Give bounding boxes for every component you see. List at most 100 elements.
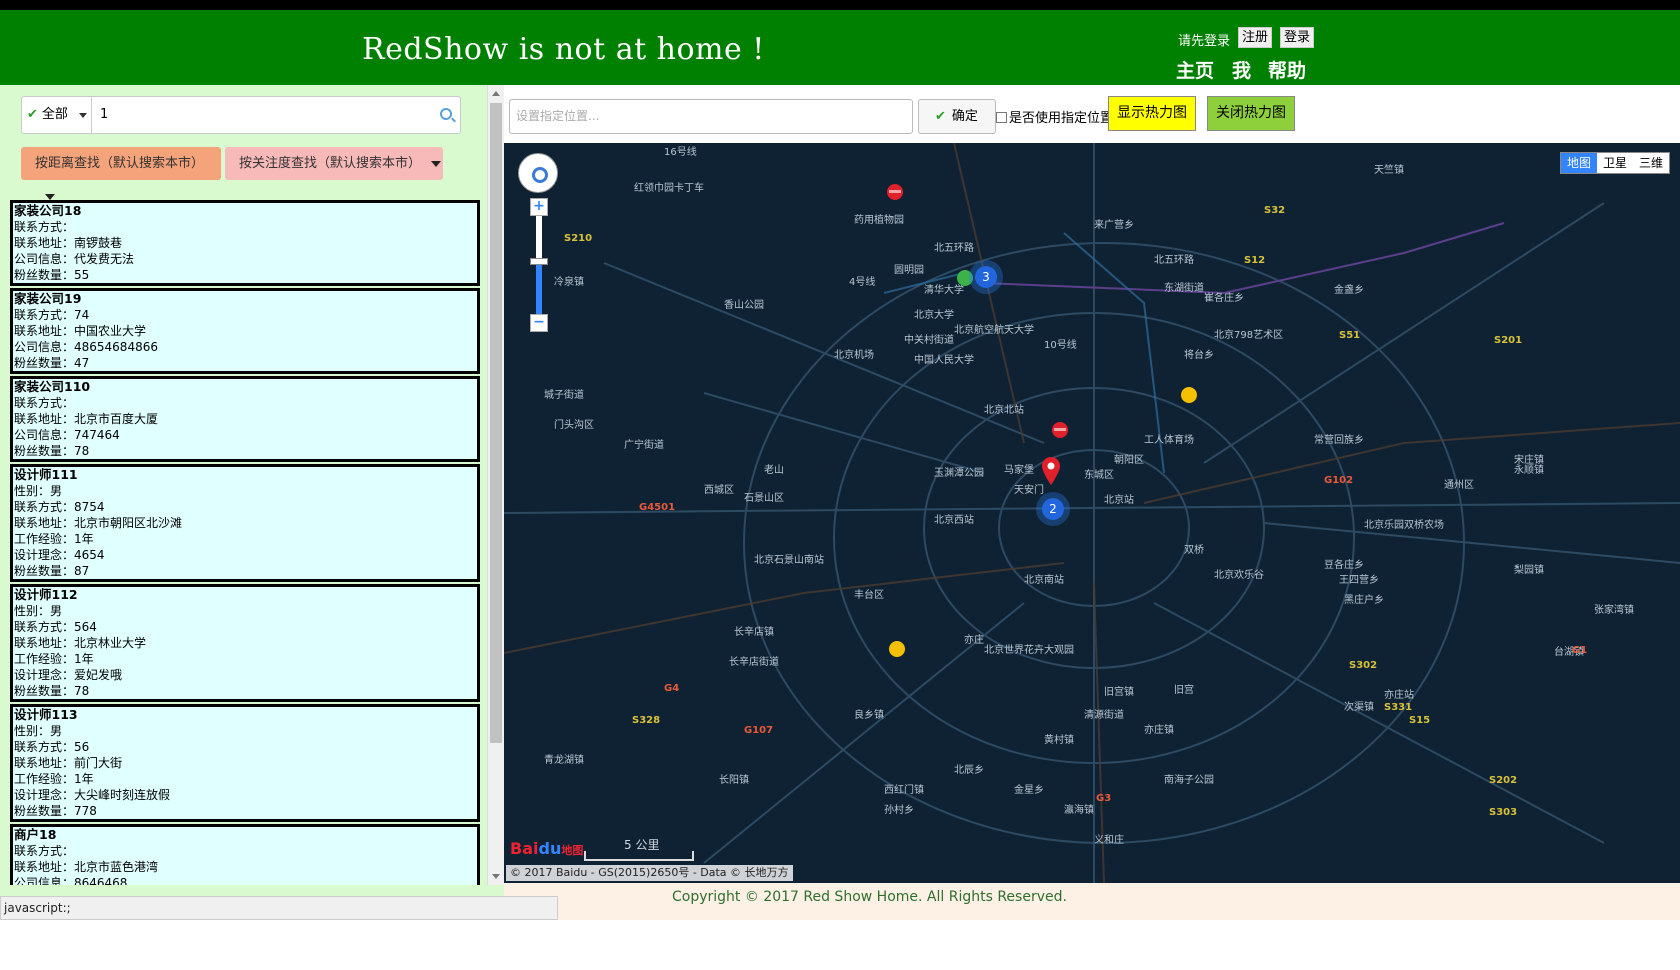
- top-black-bar: [0, 0, 1680, 10]
- map-place-label: G102: [1324, 475, 1353, 486]
- zoom-slider-knob[interactable]: [530, 258, 548, 265]
- map-pan-control[interactable]: [518, 153, 558, 193]
- zoom-in-button[interactable]: +: [530, 198, 548, 216]
- map-place-label: 北京石景山南站: [754, 553, 824, 566]
- result-card-name: 家装公司110: [14, 379, 91, 394]
- map-place-label: S51: [1339, 330, 1360, 341]
- search-box: ✔ 全部 1: [21, 96, 461, 134]
- zoom-level-fill: [536, 263, 542, 314]
- result-card-field: 联系方式：: [14, 844, 75, 858]
- map-place-label: 长辛店镇: [734, 625, 774, 638]
- cluster-marker[interactable]: 3: [969, 260, 1003, 294]
- cluster-marker[interactable]: 2: [1036, 492, 1070, 526]
- close-heatmap-button[interactable]: 关闭热力图: [1207, 96, 1295, 131]
- map-place-label: 北京乐园双桥农场: [1364, 518, 1444, 531]
- sidebar-scrollbar[interactable]: [487, 85, 504, 885]
- map-place-label: 西城区: [704, 484, 734, 496]
- confirm-button[interactable]: ✔ 确定: [918, 99, 996, 134]
- map-place-label: 4号线: [849, 275, 875, 288]
- map-place-label: 来广营乡: [1094, 218, 1134, 231]
- map-place-label: 中关村街道: [904, 333, 954, 346]
- map-type-satellite[interactable]: 卫星: [1597, 153, 1633, 173]
- map-place-label: 玉渊潭公园: [934, 467, 984, 479]
- result-card[interactable]: 设计师113 性别：男 联系方式：56 联系地址：前门大街 工作经验：1年 设计理念：大尖…: [10, 704, 480, 822]
- chevron-down-icon: [79, 113, 87, 118]
- search-scope-select[interactable]: ✔ 全部: [22, 97, 92, 133]
- sort-by-distance-button[interactable]: 按距离查找（默认搜索本市）: [21, 147, 221, 200]
- yellow-marker[interactable]: [888, 640, 906, 658]
- zoom-out-button[interactable]: −: [530, 314, 548, 332]
- result-card-name: 商户18: [14, 827, 57, 842]
- map-place-label: 青龙湖镇: [544, 753, 584, 766]
- red-marker[interactable]: [1051, 421, 1069, 439]
- cluster-count: 2: [1042, 498, 1064, 520]
- result-card-field: 设计理念：爱妃发哦: [14, 668, 123, 682]
- map-place-label: 中国人民大学: [914, 353, 974, 366]
- result-card-field: 联系地址：前门大街: [14, 756, 123, 770]
- yellow-marker[interactable]: [1180, 386, 1198, 404]
- map-place-label: 石景山区: [744, 492, 784, 504]
- result-card-field: 粉丝数量：78: [14, 684, 90, 698]
- map-place-label: S331: [1384, 702, 1412, 713]
- map-place-label: 黑庄户乡: [1344, 593, 1384, 606]
- red-marker[interactable]: [886, 183, 904, 201]
- scroll-up-icon[interactable]: [492, 91, 500, 96]
- map-place-label: S12: [1244, 255, 1265, 266]
- map-place-label: 良乡镇: [854, 708, 884, 721]
- map-type-normal[interactable]: 地图: [1560, 153, 1597, 173]
- map-place-label: 瀛海镇: [1064, 803, 1094, 816]
- map-place-label: 丰台区: [854, 588, 884, 601]
- map-place-label: 豆各庄乡: [1324, 558, 1364, 571]
- use-position-label: 是否使用指定位置: [1009, 111, 1114, 126]
- chevron-down-icon: [45, 193, 55, 200]
- nav-me[interactable]: 我: [1232, 56, 1251, 83]
- result-card[interactable]: 设计师111 性别：男 联系方式：8754 联系地址：北京市朝阳区北沙滩 工作经验：1年…: [10, 464, 480, 582]
- search-icon[interactable]: [440, 108, 452, 120]
- result-card-field: 设计理念：4654: [14, 548, 105, 562]
- map-place-label: 老山: [764, 463, 784, 476]
- page-footer: Copyright © 2017 Red Show Home. All Righ…: [504, 883, 1680, 920]
- result-card-field: 联系方式：74: [14, 308, 90, 322]
- cluster-count: 3: [975, 266, 997, 288]
- map-place-label: 亦庄镇: [1144, 723, 1174, 736]
- map-place-label: 东湖街道: [1164, 281, 1204, 294]
- check-icon: ✔: [27, 107, 38, 122]
- result-card-field: 公司信息：747464: [14, 428, 120, 442]
- result-card-field: 粉丝数量：87: [14, 564, 90, 578]
- nav-help[interactable]: 帮助: [1268, 56, 1306, 83]
- position-input[interactable]: 设置指定位置...: [509, 99, 913, 134]
- map-canvas[interactable]: 16号线 红领巾园卡丁车 药用植物园 北五环路 圆明园 香山公园 清华大学 北京大学 中关村街道…: [504, 143, 1680, 883]
- scroll-down-icon[interactable]: [492, 874, 500, 879]
- map-place-label: 北京欢乐谷: [1214, 568, 1264, 581]
- map-place-label: 香山公园: [724, 299, 764, 311]
- map-place-label: G4: [664, 683, 679, 694]
- result-card[interactable]: 设计师112 性别：男 联系方式：564 联系地址：北京林业大学 工作经验：1年 设计理念…: [10, 584, 480, 702]
- nav-home[interactable]: 主页: [1176, 56, 1214, 83]
- map-place-label: 长辛店街道: [729, 655, 779, 668]
- result-card-field: 粉丝数量：78: [14, 444, 90, 458]
- checkbox-box[interactable]: [996, 112, 1007, 123]
- result-card-field: 联系方式：564: [14, 620, 97, 634]
- map-place-label: 北京西站: [934, 513, 974, 526]
- map-place-label: G4501: [639, 502, 675, 513]
- scrollbar-thumb[interactable]: [490, 103, 502, 743]
- show-heatmap-button[interactable]: 显示热力图: [1108, 96, 1196, 131]
- map-place-label: 朝阳区: [1114, 454, 1144, 466]
- sort-by-follow-button[interactable]: 按关注度查找（默认搜索本市）: [225, 147, 443, 180]
- search-input[interactable]: 1: [96, 97, 108, 133]
- map-scale-bar: [584, 851, 694, 861]
- map-place-label: 孙村乡: [884, 803, 914, 816]
- use-position-checkbox[interactable]: 是否使用指定位置: [996, 107, 1113, 126]
- sort-by-follow-label: 按关注度查找（默认搜索本市）: [239, 156, 422, 171]
- login-button[interactable]: 登录: [1280, 27, 1315, 48]
- map-type-3d[interactable]: 三维: [1633, 153, 1669, 173]
- map-place-label: 义和庄: [1094, 833, 1124, 846]
- location-pin-icon[interactable]: [1040, 456, 1062, 486]
- check-icon: ✔: [935, 109, 946, 124]
- map-place-label: 广宁街道: [624, 438, 664, 451]
- result-card[interactable]: 家装公司19 联系方式：74 联系地址：中国农业大学 公司信息：48654684866…: [10, 288, 480, 374]
- result-card[interactable]: 家装公司110 联系方式： 联系地址：北京市百度大厦 公司信息：747464 粉丝数量：…: [10, 376, 480, 462]
- result-card[interactable]: 家装公司18 联系方式： 联系地址：南锣鼓巷 公司信息：代发费无法 粉丝数量：55: [10, 200, 480, 286]
- map-place-label: 北京南站: [1024, 573, 1064, 586]
- register-button[interactable]: 注册: [1238, 27, 1273, 48]
